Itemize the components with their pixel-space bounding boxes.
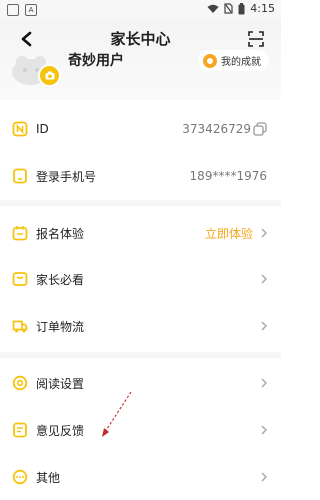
chevron-right-icon	[261, 274, 268, 284]
app-a-icon: A	[25, 4, 37, 16]
no-sim-icon	[224, 3, 233, 14]
phone-icon	[13, 168, 27, 184]
order-logistics-row[interactable]: 订单物流	[0, 311, 281, 341]
feedback-note-icon	[13, 422, 27, 438]
parent-must-read-label: 家长必看	[36, 272, 85, 287]
order-logistics-label: 订单物流	[36, 319, 85, 334]
medal-icon	[203, 53, 217, 68]
reading-settings-row[interactable]: 阅读设置	[0, 368, 281, 398]
battery-icon	[238, 2, 245, 14]
chevron-right-icon	[261, 472, 268, 482]
parent-must-read-row[interactable]: 家长必看	[0, 264, 281, 294]
phone-row: 登录手机号 189****1976	[0, 161, 281, 191]
username: 奇妙用户	[68, 53, 124, 69]
try-now-link[interactable]: 立即体验	[205, 225, 253, 242]
camera-icon[interactable]	[38, 64, 61, 87]
divider	[0, 352, 281, 358]
divider	[0, 200, 281, 206]
id-row: ID 373426729	[0, 114, 281, 144]
more-icon	[12, 469, 28, 485]
chevron-right-icon	[261, 228, 268, 238]
signup-trial-row[interactable]: 报名体验 立即体验	[0, 218, 281, 248]
scan-icon	[248, 31, 264, 47]
annotation-arrow	[102, 391, 132, 437]
id-badge-icon	[12, 121, 28, 137]
achievement-label: 我的成就	[221, 57, 261, 68]
id-value: 373426729	[182, 122, 251, 136]
delivery-truck-icon	[12, 320, 28, 333]
phone-label: 登录手机号	[36, 169, 97, 184]
other-row[interactable]: 其他	[0, 462, 281, 492]
settings-icon	[12, 375, 28, 391]
notification-box-icon	[7, 4, 19, 16]
book-icon	[12, 272, 28, 286]
chevron-right-icon	[261, 321, 268, 331]
page-title: 家长中心	[110, 30, 171, 48]
scan-button[interactable]	[243, 26, 269, 52]
reading-settings-label: 阅读设置	[36, 376, 85, 391]
wifi-icon	[207, 4, 219, 13]
signup-label: 报名体验	[36, 226, 85, 241]
other-label: 其他	[36, 470, 61, 485]
phone-value: 189****1976	[189, 169, 267, 183]
chevron-right-icon	[261, 378, 268, 388]
profile-header: 家长中心 奇妙用户 我的成就	[0, 20, 281, 100]
chevron-right-icon	[261, 425, 268, 435]
my-achievements-button[interactable]: 我的成就	[198, 50, 269, 71]
feedback-row[interactable]: 意见反馈	[0, 415, 281, 445]
status-bar: A 4:15	[0, 0, 281, 20]
clock: 4:15	[250, 2, 275, 15]
calendar-icon	[12, 226, 28, 241]
id-label: ID	[36, 122, 49, 136]
feedback-label: 意见反馈	[36, 423, 85, 438]
copy-icon[interactable]	[253, 122, 267, 136]
